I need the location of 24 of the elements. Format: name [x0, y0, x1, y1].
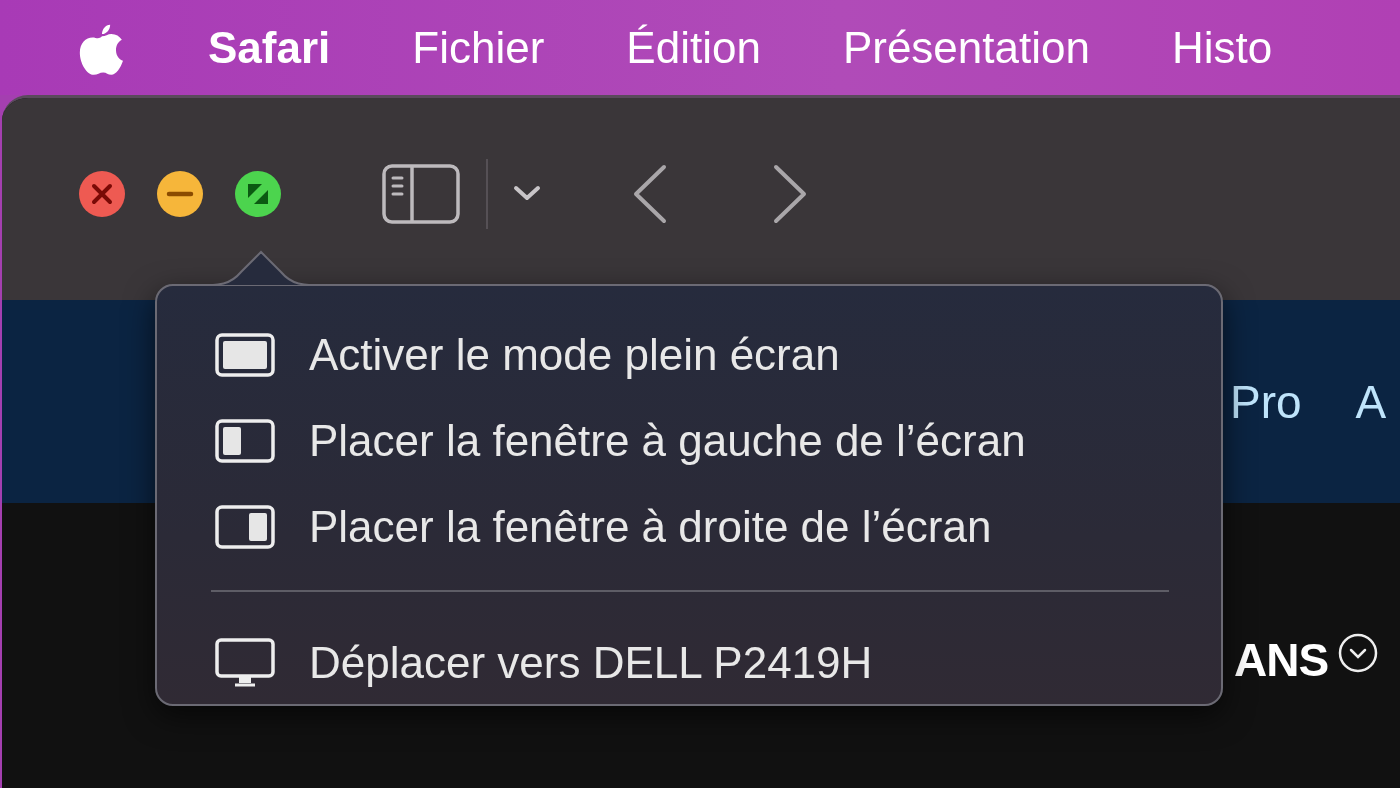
caret-icon[interactable]	[512, 183, 542, 203]
menu-item[interactable]: Édition	[626, 22, 761, 73]
menu-item[interactable]: Déplacer vers DELL P2419H	[215, 620, 1221, 706]
display-icon	[215, 638, 275, 688]
nav-link[interactable]: Pro	[1230, 374, 1302, 429]
forward-icon[interactable]	[772, 164, 808, 224]
left-half-icon	[215, 419, 275, 463]
heading: ANS	[1234, 633, 1329, 687]
window-icon	[215, 333, 275, 377]
app-menu[interactable]: Safari	[208, 22, 331, 73]
right-half-icon	[215, 505, 275, 549]
minimize-icon[interactable]	[156, 170, 204, 218]
chevron-down-icon[interactable]	[1338, 633, 1379, 673]
menu-item[interactable]: Présentation	[842, 22, 1090, 73]
menu-item[interactable]: Histo	[1171, 22, 1273, 73]
back-icon[interactable]	[632, 164, 668, 224]
fullscreen-icon[interactable]	[234, 170, 282, 218]
menu-item[interactable]: Placer la fenêtre à gauche de l’écran	[215, 398, 1221, 484]
sidebar-icon[interactable]	[382, 164, 460, 224]
menu-item[interactable]: Placer la fenêtre à droite de l’écran	[215, 484, 1221, 570]
nav-link[interactable]: A	[1355, 374, 1387, 429]
menu-item[interactable]: Activer le mode plein écran	[215, 312, 1221, 398]
menu-item[interactable]: Fichier	[412, 22, 545, 73]
close-icon[interactable]	[78, 170, 126, 218]
